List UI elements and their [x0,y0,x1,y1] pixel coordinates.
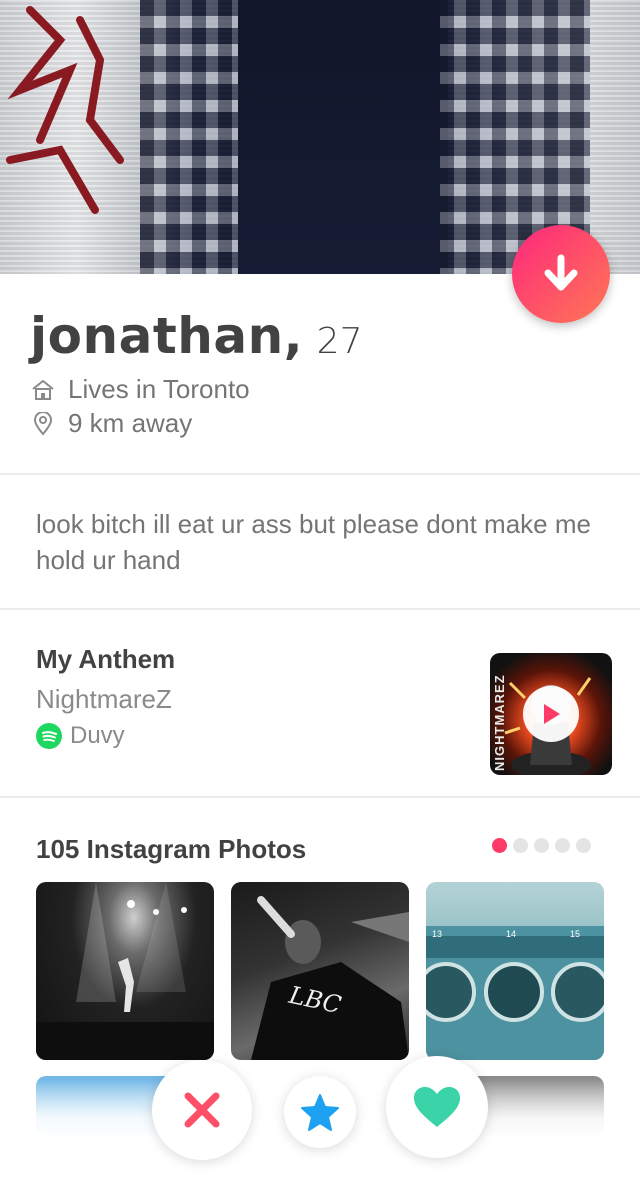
heart-icon [414,1087,460,1127]
lives-in-row: Lives in Toronto [30,374,250,405]
divider [0,473,640,475]
distance-row: 9 km away [30,408,192,439]
profile-name: jonathan [30,307,284,365]
anthem-artist: Duvy [70,722,125,749]
page-dot-active[interactable] [492,838,507,853]
x-icon [184,1092,220,1128]
divider [0,796,640,798]
distance-text: 9 km away [68,408,193,438]
like-button[interactable] [386,1056,488,1158]
page-dot[interactable] [513,838,528,853]
profile-age: 27 [316,321,363,362]
album-art-play-button[interactable]: NIGHTMAREZ [490,653,612,775]
instagram-photo[interactable]: 13 14 15 [426,882,604,1060]
arrow-down-icon [544,254,578,291]
album-art-text: NIGHTMAREZ [492,674,507,771]
page-dot[interactable] [534,838,549,853]
washer-number-1: 13 [432,929,443,939]
play-icon [523,686,579,742]
nope-button[interactable] [152,1060,252,1160]
anthem-artist-row: Duvy [36,722,125,750]
instagram-title: 105 Instagram Photos [36,834,307,864]
name-age-heading: jonathan, 27 [30,307,362,365]
laundromat-image [426,926,604,1060]
spotify-icon [36,723,62,749]
bio-text: look bitch ill eat ur ass but please don… [36,509,591,575]
shirt-center [238,0,448,274]
shirt-left-panel [140,0,250,274]
anthem-song: NightmareZ [36,684,172,714]
graffiti-decoration [6,6,124,214]
page-dot[interactable] [555,838,570,853]
name-comma: , [283,307,303,365]
lives-in-text: Lives in Toronto [68,374,250,404]
divider [0,608,640,610]
page-dot[interactable] [576,838,591,853]
collapse-profile-button[interactable] [512,225,610,323]
washer-number-3: 15 [570,929,581,939]
washer-number-2: 14 [506,929,517,939]
super-like-button[interactable] [284,1076,356,1148]
instagram-photo[interactable]: LBC [231,882,409,1060]
star-icon [301,1094,339,1131]
instagram-page-indicator[interactable] [492,838,591,853]
concert-stage-image [36,882,214,1060]
location-pin-icon [30,411,56,437]
rapper-image [251,896,409,1060]
anthem-title: My Anthem [36,644,176,674]
instagram-photo[interactable] [36,882,214,1060]
home-icon [30,377,56,403]
